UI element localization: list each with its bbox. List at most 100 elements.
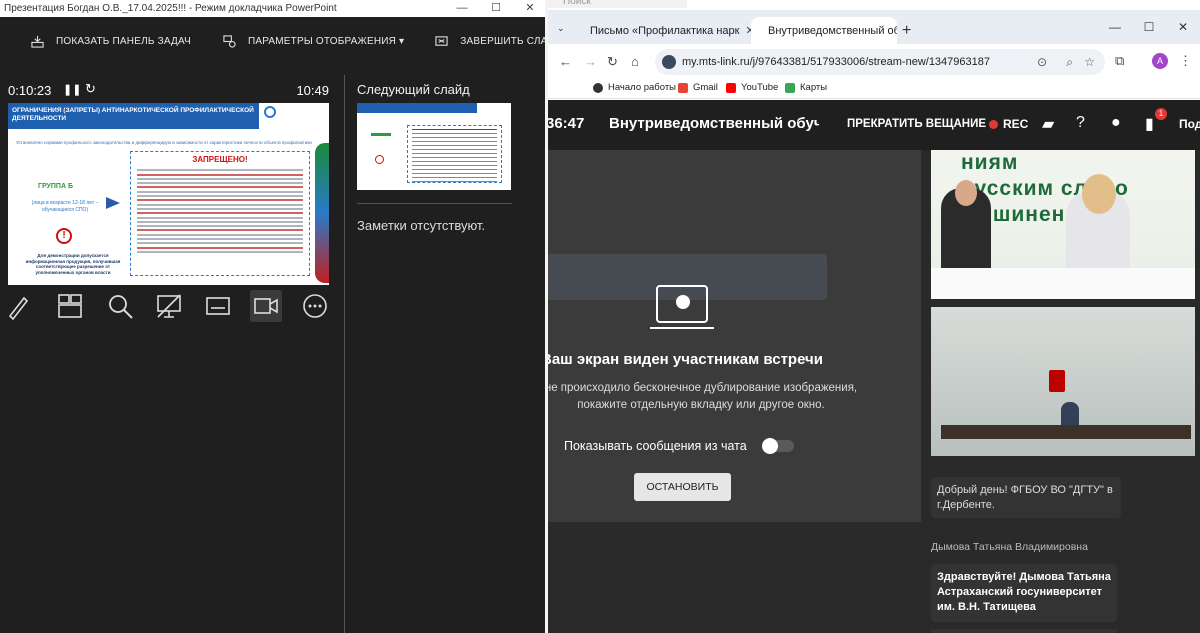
forward-icon[interactable]: → — [584, 54, 597, 69]
meeting-title: Внутриведомственный обуч — [609, 115, 819, 132]
ppt-toolbar: ПОКАЗАТЬ ПАНЕЛЬ ЗАДАЧ ПАРАМЕТРЫ ОТОБРАЖЕ… — [0, 17, 589, 65]
notes-divider — [357, 203, 512, 204]
more-options-icon[interactable] — [299, 290, 331, 322]
url-field[interactable]: my.mts-link.ru/j/97643381/517933006/stre… — [655, 49, 1105, 75]
slide-forbidden-title: ЗАПРЕЩЕНО! — [192, 155, 248, 164]
screen-share-stage: Ваш экран виден участникам встречи не пр… — [547, 150, 921, 522]
coat-of-arms-icon — [1049, 370, 1065, 392]
show-taskbar-button[interactable]: ПОКАЗАТЬ ПАНЕЛЬ ЗАДАЧ — [31, 35, 191, 48]
reload-icon[interactable]: ↻ — [607, 54, 618, 70]
video-tile-presenters[interactable]: ниям русским слово ко шинен — [931, 150, 1195, 299]
end-slideshow-icon — [435, 35, 448, 46]
window-divider — [545, 0, 548, 633]
maximize-button[interactable]: ☐ — [1132, 20, 1166, 34]
current-slide-preview[interactable]: ОГРАНИЧЕНИЯ (ЗАПРЕТЫ) АНТИНАРКОТИЧЕСКОЙ … — [8, 103, 329, 285]
slide-header: ОГРАНИЧЕНИЯ (ЗАПРЕТЫ) АНТИНАРКОТИЧЕСКОЙ … — [8, 103, 259, 129]
home-icon[interactable]: ⌂ — [631, 54, 639, 69]
current-slide-pane: 0:10:23 ❚❚ ↻ 10:49 ОГРАНИЧЕНИЯ (ЗАПРЕТЫ)… — [0, 75, 344, 633]
materials-icon[interactable]: ▮ — [1145, 114, 1154, 134]
url-text: my.mts-link.ru/j/97643381/517933006/stre… — [682, 56, 990, 68]
bookmark-item[interactable]: Gmail — [678, 82, 718, 93]
new-tab-button[interactable]: + — [902, 22, 911, 40]
powerpoint-presenter-window: Презентация Богдан О.В._17.04.2025!!! - … — [0, 0, 589, 633]
tab-gmail[interactable]: Письмо «Профилактика нарк ✕ — [579, 17, 751, 44]
bookmark-item[interactable]: Карты — [785, 82, 827, 93]
screen-shared-title: Ваш экран виден участникам встречи — [547, 351, 823, 368]
show-chat-toggle[interactable] — [762, 438, 794, 454]
stop-broadcast-button[interactable]: ПРЕКРАТИТЬ ВЕЩАНИЕ — [847, 118, 986, 130]
slide-warning-icon: ! — [56, 228, 72, 244]
all-slides-icon[interactable] — [54, 290, 86, 322]
slide-logo — [264, 106, 324, 128]
browser-window: ⌄ Письмо «Профилактика нарк ✕ Внутриведо… — [547, 0, 1200, 633]
meeting-timer: :36:47 — [547, 115, 585, 132]
meeting-header: :36:47 Внутриведомственный обуч ПРЕКРАТИ… — [547, 100, 1200, 150]
close-button[interactable]: ✕ — [513, 0, 547, 17]
next-slide-label: Следующий слайд — [357, 82, 470, 97]
browser-window-controls: — ☐ ✕ — [1098, 20, 1200, 34]
extensions-icon[interactable]: ⧉ — [1115, 53, 1124, 69]
bookmark-item[interactable]: YouTube — [726, 82, 778, 93]
tab-title: Письмо «Профилактика нарк — [590, 24, 740, 37]
reset-timer-icon[interactable]: ↻ — [85, 81, 96, 97]
camera-icon[interactable] — [250, 290, 282, 322]
ppt-titlebar: Презентация Богдан О.В._17.04.2025!!! - … — [0, 0, 547, 17]
zoom-icon[interactable]: ⌕ — [1066, 49, 1073, 75]
chat-message-partial — [931, 629, 1117, 633]
back-icon[interactable]: ← — [559, 54, 572, 69]
bookmarks-bar: Начало работы Gmail YouTube Карты — [547, 79, 1200, 99]
slide-group-subtitle: (лица в возрасте 12-18 лет – обучающиеся… — [31, 200, 99, 213]
zoom-icon[interactable] — [104, 290, 136, 322]
participants-icon[interactable]: ● — [1111, 114, 1121, 132]
help-icon[interactable]: ? — [1076, 114, 1085, 132]
tab-meeting[interactable]: Внутриведомственный об ✕ — [751, 17, 897, 44]
pause-timer-icon[interactable]: ❚❚ — [63, 83, 81, 96]
bookmark-star-icon[interactable]: ☆ — [1084, 49, 1095, 75]
participant-video — [941, 180, 991, 270]
tab-strip: ⌄ Письмо «Профилактика нарк ✕ Внутриведо… — [547, 10, 1200, 44]
participant-video — [1066, 174, 1130, 270]
tab-search-icon[interactable]: ⌄ — [557, 23, 565, 34]
chat-icon[interactable]: ▰ — [1042, 114, 1054, 134]
notification-badge: 1 — [1155, 108, 1167, 120]
speaker-notes: Заметки отсутствуют. — [357, 218, 486, 233]
profile-avatar[interactable]: A — [1152, 53, 1168, 69]
display-settings-icon — [223, 34, 236, 48]
slide-subtitle: Установлено нормами профильного законода… — [16, 140, 312, 145]
gmail-icon — [678, 82, 688, 93]
more-menu-label[interactable]: Под — [1179, 117, 1200, 131]
chat-author: Дымова Татьяна Владимировна — [931, 541, 1088, 553]
pen-tool-icon[interactable] — [2, 290, 34, 322]
stop-sharing-button[interactable]: ОСТАНОВИТЬ — [634, 473, 731, 501]
video-tile-conference-hall[interactable] — [931, 307, 1195, 456]
chat-message: Здравствуйте! Дымова Татьяна Астрахански… — [931, 564, 1117, 622]
menu-icon[interactable]: ⋮ — [1179, 53, 1192, 69]
current-time: 10:49 — [296, 83, 329, 98]
taskbar-icon — [31, 35, 44, 48]
meeting-app: :36:47 Внутриведомственный обуч ПРЕКРАТИ… — [547, 100, 1200, 633]
ppt-window-controls: — ☐ ✕ — [445, 0, 547, 17]
next-slide-preview[interactable] — [357, 103, 511, 190]
youtube-icon — [726, 82, 736, 93]
address-bar-row: ← → ↻ ⌂ my.mts-link.ru/j/97643381/517933… — [547, 44, 1200, 79]
google-lens-icon[interactable]: ⊙ — [1037, 49, 1047, 75]
globe-icon — [593, 82, 603, 93]
site-info-icon[interactable] — [662, 55, 676, 69]
elapsed-timer: 0:10:23 — [8, 83, 52, 98]
screen-share-icon — [650, 285, 714, 329]
minimize-button[interactable]: — — [1098, 20, 1132, 34]
display-settings-button[interactable]: ПАРАМЕТРЫ ОТОБРАЖЕНИЯ ▾ — [223, 34, 405, 48]
display-settings-label: ПАРАМЕТРЫ ОТОБРАЖЕНИЯ ▾ — [247, 35, 405, 47]
maximize-button[interactable]: ☐ — [479, 0, 513, 17]
slide-group-title: ГРУППА Б — [38, 183, 73, 190]
subtitles-icon[interactable] — [202, 290, 234, 322]
slide-decoration — [315, 143, 329, 283]
ppt-window-title: Презентация Богдан О.В._17.04.2025!!! - … — [4, 3, 337, 14]
close-button[interactable]: ✕ — [1166, 20, 1200, 34]
pane-divider[interactable] — [344, 75, 345, 633]
minimize-button[interactable]: — — [445, 0, 479, 17]
taskbar-search[interactable]: Поиск — [547, 0, 687, 8]
black-screen-icon[interactable] — [153, 290, 185, 322]
bookmark-item[interactable]: Начало работы — [593, 82, 676, 93]
recording-indicator[interactable]: REC — [989, 117, 1028, 131]
